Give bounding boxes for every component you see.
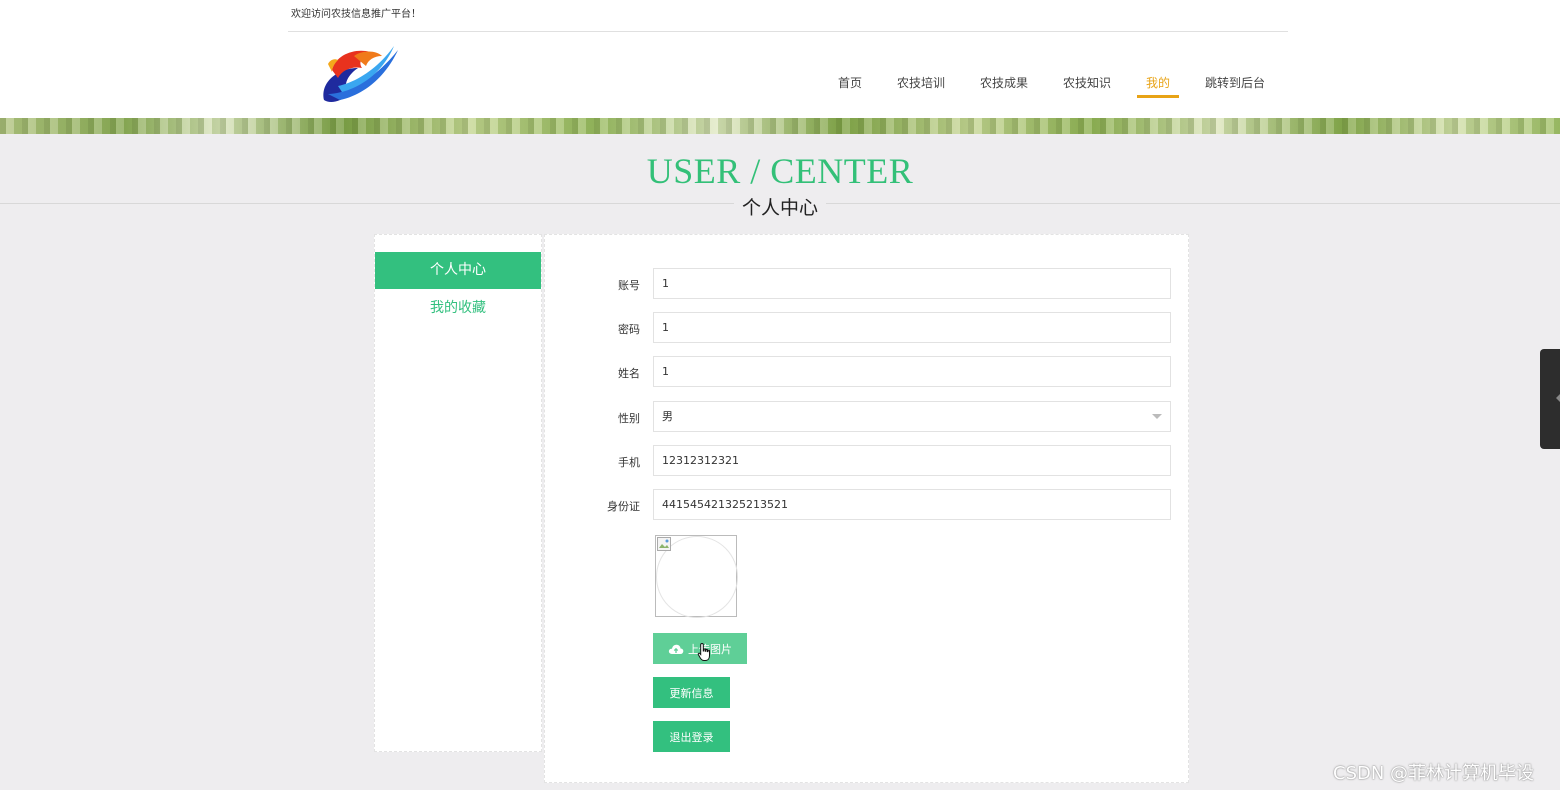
gender-select-value: 男 (662, 410, 673, 423)
side-panel-toggle[interactable] (1540, 349, 1560, 449)
phone-input[interactable]: 12312312321 (653, 445, 1171, 476)
sidebar: 个人中心 我的收藏 (374, 234, 542, 752)
id-card-input[interactable]: 441545421325213521 (653, 489, 1171, 520)
banner-image (0, 118, 1560, 134)
hand-cursor-icon (697, 642, 710, 661)
chevron-down-icon (1152, 414, 1162, 419)
nav-mine[interactable]: 我的 (1137, 74, 1179, 98)
watermark-text: CSDN @菲林计算机毕设 (1333, 763, 1535, 784)
page-title-en: USER / CENTER (646, 151, 914, 191)
page-title-cn: 个人中心 (733, 193, 826, 220)
account-input[interactable]: 1 (653, 268, 1171, 299)
gender-label: 性别 (618, 412, 640, 425)
gender-select[interactable]: 男 (653, 401, 1171, 432)
update-info-button[interactable]: 更新信息 (653, 677, 730, 708)
account-label: 账号 (618, 279, 640, 292)
password-label: 密码 (618, 323, 640, 336)
sidebar-item-profile[interactable]: 个人中心 (375, 252, 541, 289)
broken-image-icon (657, 537, 671, 551)
nav-home[interactable]: 首页 (836, 74, 864, 98)
nav-knowledge[interactable]: 农技知识 (1060, 74, 1114, 98)
phone-label: 手机 (618, 456, 640, 469)
logout-button[interactable]: 退出登录 (653, 721, 730, 752)
cloud-upload-icon (668, 644, 684, 654)
nav-training[interactable]: 农技培训 (894, 74, 948, 98)
password-input[interactable]: 1 (653, 312, 1171, 343)
avatar-preview (655, 535, 738, 618)
nav-achievements[interactable]: 农技成果 (977, 74, 1031, 98)
header-divider (288, 31, 1288, 32)
name-label: 姓名 (618, 367, 640, 380)
id-card-label: 身份证 (607, 500, 640, 513)
welcome-text: 欢迎访问农技信息推广平台！ (291, 9, 421, 20)
header (0, 0, 1560, 118)
chevron-left-icon (1556, 394, 1560, 402)
logo-icon (323, 46, 398, 102)
name-input[interactable]: 1 (653, 356, 1171, 387)
nav-admin[interactable]: 跳转到后台 (1202, 74, 1268, 98)
sidebar-item-favorites[interactable]: 我的收藏 (375, 290, 541, 327)
